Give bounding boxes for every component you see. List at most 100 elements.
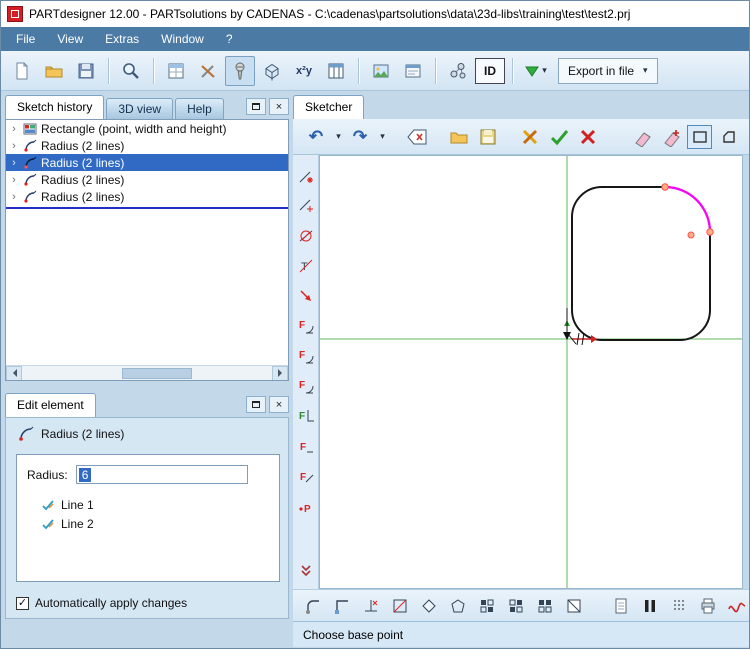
point-label-icon[interactable]: P: [295, 495, 317, 516]
fix-green-icon[interactable]: F: [295, 405, 317, 426]
expand-chevron-icon[interactable]: ›: [9, 174, 19, 186]
screw-tool-icon[interactable]: [225, 56, 255, 86]
menu-window[interactable]: Window: [150, 28, 215, 50]
tools-icon[interactable]: [193, 56, 223, 86]
pattern-tool-3-icon[interactable]: [533, 593, 558, 619]
polygon-tool-icon[interactable]: [446, 593, 471, 619]
horizontal-scrollbar[interactable]: [6, 365, 288, 380]
scrollbar-thumb[interactable]: [122, 368, 192, 379]
bitmap-icon[interactable]: [366, 56, 396, 86]
split-tool-icon[interactable]: [388, 593, 413, 619]
green-dropdown-icon[interactable]: ▾: [520, 56, 550, 86]
value-table-icon[interactable]: [321, 56, 351, 86]
close-panel-button[interactable]: ×: [269, 98, 289, 115]
restore-panel-button[interactable]: [246, 396, 266, 413]
delete-element-icon[interactable]: [517, 124, 543, 150]
snap-point-icon[interactable]: [295, 165, 317, 186]
expand-chevron-icon[interactable]: ›: [9, 140, 19, 152]
fix-constraint-icon[interactable]: F: [295, 465, 317, 486]
backspace-icon[interactable]: [404, 124, 430, 150]
undo-dropdown-icon[interactable]: ▾: [332, 124, 344, 150]
fix-constraint-icon[interactable]: F: [295, 435, 317, 456]
expand-chevron-icon[interactable]: ›: [9, 157, 19, 169]
diagonal-tool-icon[interactable]: [562, 593, 587, 619]
snap-point-2-icon[interactable]: [295, 195, 317, 216]
tree-row-rectangle[interactable]: › Rectangle (point, width and height): [6, 120, 288, 137]
svg-text:F: F: [300, 442, 306, 453]
menu-view[interactable]: View: [46, 28, 94, 50]
zoom-icon[interactable]: [116, 56, 146, 86]
line-item[interactable]: Line 1: [41, 498, 271, 512]
spline-tool-icon[interactable]: [724, 593, 749, 619]
sketch-canvas[interactable]: [319, 155, 743, 589]
printer-icon[interactable]: [695, 593, 720, 619]
menu-extras[interactable]: Extras: [94, 28, 150, 50]
expand-more-icon[interactable]: [295, 560, 317, 581]
eraser-plus-icon[interactable]: [658, 124, 684, 150]
fix-angle-icon[interactable]: F: [295, 345, 317, 366]
fillet-tool-icon[interactable]: [301, 593, 326, 619]
radius-input[interactable]: 6: [76, 465, 248, 484]
sketcher-mode-toggles: [687, 125, 741, 149]
tree-row-radius[interactable]: › Radius (2 lines): [6, 171, 288, 188]
fix-angle-icon[interactable]: F: [295, 315, 317, 336]
toolbar-separator: [512, 58, 513, 84]
assembly-icon[interactable]: [443, 56, 473, 86]
fix-angle-icon[interactable]: F: [295, 375, 317, 396]
tab-sketcher[interactable]: Sketcher: [293, 95, 364, 119]
box-3d-icon[interactable]: [257, 56, 287, 86]
tab-edit-element[interactable]: Edit element: [5, 393, 96, 417]
new-file-icon[interactable]: [7, 56, 37, 86]
rotate-tool-icon[interactable]: [417, 593, 442, 619]
expand-chevron-icon[interactable]: ›: [9, 191, 19, 203]
menu-file[interactable]: File: [5, 28, 46, 50]
redo-dropdown-icon[interactable]: ▾: [376, 124, 388, 150]
line-item[interactable]: Line 2: [41, 517, 271, 531]
tree-row-label: Radius (2 lines): [41, 190, 124, 204]
no-snap-icon[interactable]: [295, 225, 317, 246]
corner-tool-icon[interactable]: [330, 593, 355, 619]
tree-row-radius[interactable]: › Radius (2 lines): [6, 137, 288, 154]
export-in-file-button[interactable]: Export in file ▾: [558, 58, 658, 84]
open-file-icon[interactable]: [39, 56, 69, 86]
contour-mode-toggle[interactable]: [716, 125, 741, 149]
variables-label: x²y: [296, 65, 312, 77]
cancel-x-icon[interactable]: [575, 124, 601, 150]
id-button[interactable]: ID: [475, 58, 505, 84]
line-check-icon: [41, 499, 55, 511]
tab-3d-view[interactable]: 3D view: [106, 98, 173, 119]
dialog-editor-icon[interactable]: [398, 56, 428, 86]
datasheet-icon[interactable]: [161, 56, 191, 86]
tangent-constraint-icon[interactable]: T: [295, 255, 317, 276]
direction-arrow-icon[interactable]: [295, 285, 317, 306]
rectangle-mode-toggle[interactable]: [687, 125, 712, 149]
scroll-right-icon[interactable]: [272, 366, 288, 381]
save-icon[interactable]: [71, 56, 101, 86]
bold-bars-icon[interactable]: [637, 593, 662, 619]
dotted-bars-icon[interactable]: [666, 593, 691, 619]
main-toolbar: x²y ID ▾ Export in file ▾: [1, 51, 749, 91]
constraint-toolbar: T F F F F F F P: [293, 155, 319, 589]
notes-tool-icon[interactable]: [608, 593, 633, 619]
scroll-left-icon[interactable]: [6, 366, 22, 381]
restore-panel-button[interactable]: [246, 98, 266, 115]
close-panel-button[interactable]: ×: [269, 396, 289, 413]
pattern-tool-2-icon[interactable]: [504, 593, 529, 619]
auto-apply-checkbox[interactable]: ✓: [16, 597, 29, 610]
eraser-icon[interactable]: [629, 124, 655, 150]
accept-check-icon[interactable]: [546, 124, 572, 150]
undo-icon[interactable]: ↶: [303, 124, 329, 150]
trim-tool-icon[interactable]: [359, 593, 384, 619]
tab-sketch-history[interactable]: Sketch history: [5, 95, 104, 119]
menu-help[interactable]: ?: [215, 28, 244, 50]
tree-row-radius-selected[interactable]: › Radius (2 lines): [6, 154, 288, 171]
redo-icon[interactable]: ↷: [347, 124, 373, 150]
tree-row-radius[interactable]: › Radius (2 lines): [6, 188, 288, 205]
expand-chevron-icon[interactable]: ›: [9, 123, 19, 135]
variables-icon[interactable]: x²y: [289, 56, 319, 86]
tab-help[interactable]: Help: [175, 98, 224, 119]
rectangle-feature-icon: [23, 122, 37, 136]
open-sketch-icon[interactable]: [446, 124, 472, 150]
save-sketch-icon[interactable]: [475, 124, 501, 150]
pattern-tool-icon[interactable]: [475, 593, 500, 619]
